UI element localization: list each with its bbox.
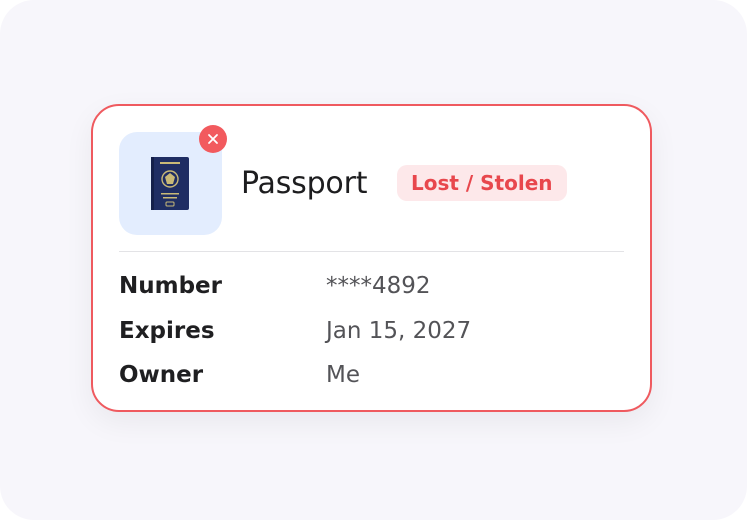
field-row-expires: Expires Jan 15, 2027 xyxy=(119,314,624,348)
field-value: Me xyxy=(326,362,360,388)
field-label: Expires xyxy=(119,318,215,344)
background-frame: Passport Lost / Stolen Number ****4892 E… xyxy=(0,0,747,520)
field-value: ****4892 xyxy=(326,273,431,299)
close-icon xyxy=(208,134,218,144)
field-row-number: Number ****4892 xyxy=(119,269,624,303)
field-label: Owner xyxy=(119,362,204,388)
passport-icon xyxy=(151,157,189,210)
field-label: Number xyxy=(119,273,222,299)
status-badge: Lost / Stolen xyxy=(397,165,567,201)
document-card[interactable]: Passport Lost / Stolen Number ****4892 E… xyxy=(91,104,652,412)
document-title: Passport xyxy=(241,166,368,201)
field-value: Jan 15, 2027 xyxy=(326,318,472,344)
remove-button[interactable] xyxy=(199,125,227,153)
field-row-owner: Owner Me xyxy=(119,358,624,392)
divider xyxy=(119,251,624,252)
